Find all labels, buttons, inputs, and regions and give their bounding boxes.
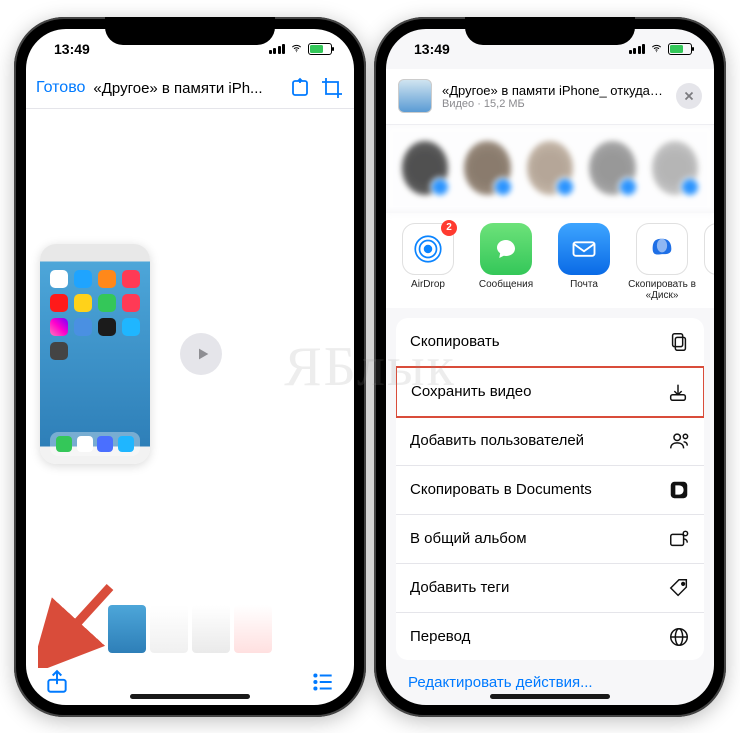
app-label: Скопировать в «Диск» [626,279,698,302]
notch [105,17,275,45]
action-copy-to-documents[interactable]: Скопировать в Documents [396,466,704,515]
share-app-gmail[interactable] [704,223,714,302]
phone-frame-right: 13:49 «Другое» в памяти iPhone_ откуда б… [374,17,726,717]
airdrop-contact[interactable] [652,141,698,195]
phone-frame-left: 13:49 Готово «Другое» в памяти iPh... [14,17,366,717]
globe-icon [668,626,690,648]
airdrop-contact[interactable] [464,141,510,195]
nav-bar: Готово «Другое» в памяти iPh... [26,69,354,109]
file-title: «Другое» в памяти iPh... [93,80,280,97]
status-right [629,43,693,55]
app-label: Почта [548,279,620,291]
status-time: 13:49 [54,41,90,57]
app-label: Сообщения [470,279,542,291]
action-label: В общий альбом [410,530,527,547]
file-thumbnail-icon [398,79,432,113]
video-preview[interactable] [26,109,354,599]
share-sheet-header: «Другое» в памяти iPhone_ откуда б... Ви… [386,69,714,125]
action-label: Добавить теги [410,579,509,596]
battery-icon [308,43,332,55]
action-shared-album[interactable]: В общий альбом [396,515,704,564]
wifi-icon [289,43,304,54]
action-label: Добавить пользователей [410,432,584,449]
edit-actions-button[interactable]: Редактировать действия... [408,674,692,691]
airdrop-contacts-row[interactable] [386,125,714,213]
share-app-airdrop[interactable]: 2 AirDrop [392,223,464,302]
share-actions-list: Скопировать Сохранить видео Добавить пол… [396,318,704,660]
airdrop-contact[interactable] [527,141,573,195]
list-icon[interactable] [310,669,336,695]
notch [465,17,635,45]
scrub-frame [234,605,272,653]
action-label: Скопировать [410,333,500,350]
cellular-signal-icon [629,43,646,54]
close-button[interactable] [676,83,702,109]
done-button[interactable]: Готово [36,79,85,97]
share-app-disk[interactable]: Скопировать в «Диск» [626,223,698,302]
add-people-icon [668,430,690,452]
video-thumbnail [40,244,150,464]
save-download-icon [667,381,689,403]
share-apps-row[interactable]: 2 AirDrop Сообщения Почта Скопировать в … [386,213,714,308]
share-app-messages[interactable]: Сообщения [470,223,542,302]
action-add-tags[interactable]: Добавить теги [396,564,704,613]
app-label: AirDrop [392,279,464,291]
home-indicator[interactable] [130,694,250,699]
share-sheet-title: «Другое» в памяти iPhone_ откуда б... [442,83,666,98]
share-sheet-subtitle: Видео · 15,2 МБ [442,98,666,110]
documents-app-icon [668,479,690,501]
scrub-frame [192,605,230,653]
crop-icon[interactable] [320,76,344,100]
screen-right: 13:49 «Другое» в памяти iPhone_ откуда б… [386,29,714,705]
status-right [269,43,333,55]
badge: 2 [441,220,457,236]
tag-icon [668,577,690,599]
action-label: Сохранить видео [411,383,532,400]
scrub-frame [150,605,188,653]
status-time: 13:49 [414,41,450,57]
open-in-icon[interactable] [288,76,312,100]
share-app-mail[interactable]: Почта [548,223,620,302]
action-label: Скопировать в Documents [410,481,592,498]
copy-icon [668,331,690,353]
screen-left: 13:49 Готово «Другое» в памяти iPh... [26,29,354,705]
home-indicator[interactable] [490,694,610,699]
cellular-signal-icon [269,43,286,54]
airdrop-contact[interactable] [402,141,448,195]
battery-icon [668,43,692,55]
play-button[interactable] [180,333,222,375]
annotation-arrow [38,578,128,673]
action-save-video[interactable]: Сохранить видео [396,366,704,418]
shared-album-icon [668,528,690,550]
action-translate[interactable]: Перевод [396,613,704,660]
wifi-icon [649,43,664,54]
action-label: Перевод [410,628,470,645]
action-copy[interactable]: Скопировать [396,318,704,367]
action-add-people[interactable]: Добавить пользователей [396,417,704,466]
airdrop-contact[interactable] [589,141,635,195]
